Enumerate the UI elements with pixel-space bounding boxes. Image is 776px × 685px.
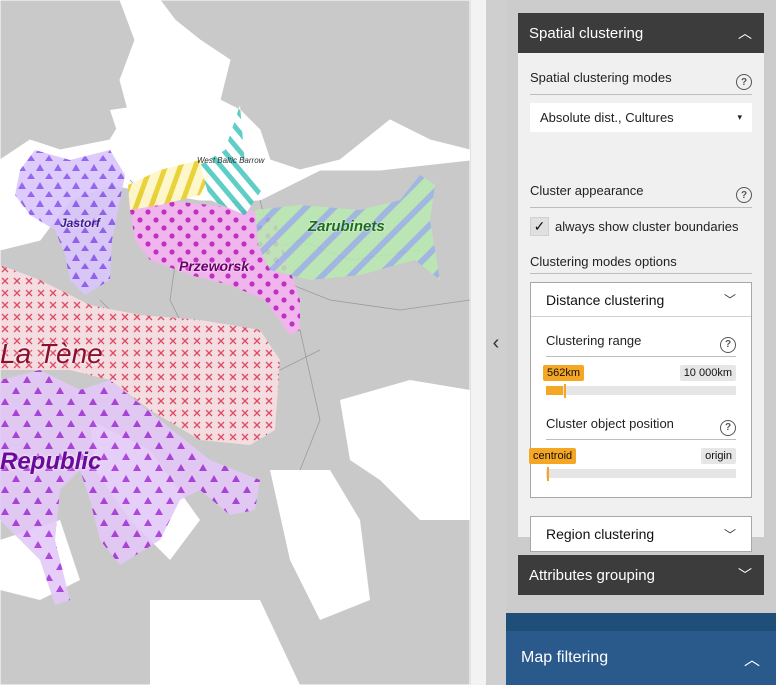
section-title: Attributes grouping bbox=[529, 566, 655, 584]
modes-label: Spatial clustering modes bbox=[530, 70, 672, 85]
options-title-row: Clustering modes options bbox=[530, 254, 752, 274]
range-title-row: Clustering range ? bbox=[546, 333, 736, 357]
label-republic: Republic bbox=[0, 448, 102, 475]
region-clustering-title: Region clustering bbox=[546, 526, 655, 542]
attributes-grouping-header[interactable]: Attributes grouping ﹀ bbox=[518, 555, 764, 595]
range-max-tag: 10 000km bbox=[679, 365, 736, 381]
spatial-clustering-header[interactable]: Spatial clustering ︿ bbox=[518, 13, 764, 53]
help-icon[interactable]: ? bbox=[720, 419, 736, 436]
options-label: Clustering modes options bbox=[530, 254, 677, 269]
chevron-down-icon: ﹀ bbox=[723, 293, 736, 307]
range-handle[interactable] bbox=[564, 384, 567, 398]
range-min-tag: 562km bbox=[543, 365, 585, 381]
spatial-clustering-body: Spatial clustering modes ? Absolute dist… bbox=[518, 53, 764, 552]
map-view[interactable]: Jastorf West Baltic Barrow Przeworsk Zar… bbox=[0, 0, 470, 685]
chevron-left-icon: ‹ bbox=[492, 331, 500, 354]
range-fill bbox=[546, 386, 564, 395]
chevron-up-icon: ︿ bbox=[743, 652, 760, 669]
position-label: Cluster object position bbox=[546, 416, 674, 431]
distance-clustering-title: Distance clustering bbox=[546, 291, 665, 308]
side-panel: Spatial clustering ︿ Spatial clustering … bbox=[506, 0, 776, 685]
appearance-title-row: Cluster appearance ? bbox=[530, 183, 752, 208]
map-filtering-section: Map filtering ︿ bbox=[506, 613, 776, 685]
label-zarubinets: Zarubinets bbox=[308, 218, 385, 235]
caret-down-icon: ▾ bbox=[737, 112, 742, 122]
label-przeworsk: Przeworsk bbox=[179, 258, 250, 274]
section-title: Spatial clustering bbox=[529, 24, 644, 42]
chevron-down-icon: ﹀ bbox=[738, 567, 752, 583]
appearance-label: Cluster appearance bbox=[530, 183, 644, 198]
clustering-mode-value: Absolute dist., Cultures bbox=[540, 110, 674, 125]
chevron-down-icon: ﹀ bbox=[723, 527, 736, 542]
region-clustering-panel: Region clustering ﹀ bbox=[530, 516, 752, 552]
help-icon[interactable]: ? bbox=[720, 336, 736, 353]
attributes-grouping-section: Attributes grouping ﹀ bbox=[518, 555, 764, 595]
always-show-row[interactable]: ✓ always show cluster boundaries bbox=[530, 217, 739, 236]
region-clustering-header[interactable]: Region clustering ﹀ bbox=[531, 517, 751, 551]
help-icon[interactable]: ? bbox=[736, 74, 752, 90]
label-west-baltic: West Baltic Barrow bbox=[197, 156, 265, 165]
clustering-mode-select[interactable]: Absolute dist., Cultures ▾ bbox=[530, 103, 752, 132]
distance-clustering-panel: Distance clustering ﹀ Clustering range ?… bbox=[529, 282, 752, 498]
modes-title-row: Spatial clustering modes ? bbox=[530, 70, 752, 95]
section-title: Map filtering bbox=[521, 649, 609, 666]
range-track[interactable] bbox=[546, 384, 736, 398]
collapse-panel-button[interactable]: ‹ bbox=[486, 0, 506, 685]
always-show-checkbox[interactable]: ✓ bbox=[530, 217, 549, 236]
position-handle[interactable] bbox=[547, 467, 549, 481]
label-la-tene: La Tène bbox=[0, 338, 103, 369]
distance-clustering-header[interactable]: Distance clustering ﹀ bbox=[531, 283, 751, 317]
spatial-clustering-section: Spatial clustering ︿ Spatial clustering … bbox=[518, 13, 764, 552]
range-label: Clustering range bbox=[546, 333, 642, 348]
help-icon[interactable]: ? bbox=[736, 187, 752, 203]
position-track[interactable] bbox=[546, 467, 736, 481]
cluster-position-slider[interactable]: centroid origin bbox=[529, 448, 736, 506]
position-min-tag: centroid bbox=[529, 448, 577, 464]
always-show-label[interactable]: always show cluster boundaries bbox=[555, 219, 739, 234]
label-jastorf: Jastorf bbox=[60, 216, 101, 230]
chevron-up-icon: ︿ bbox=[738, 25, 752, 41]
position-max-tag: origin bbox=[701, 448, 736, 464]
map-filtering-header[interactable]: Map filtering ︿ bbox=[506, 631, 776, 685]
map-scrollbar[interactable] bbox=[470, 0, 486, 685]
position-title-row: Cluster object position ? bbox=[546, 416, 736, 440]
clustering-range-slider[interactable]: 562km 10 000km bbox=[543, 365, 736, 423]
